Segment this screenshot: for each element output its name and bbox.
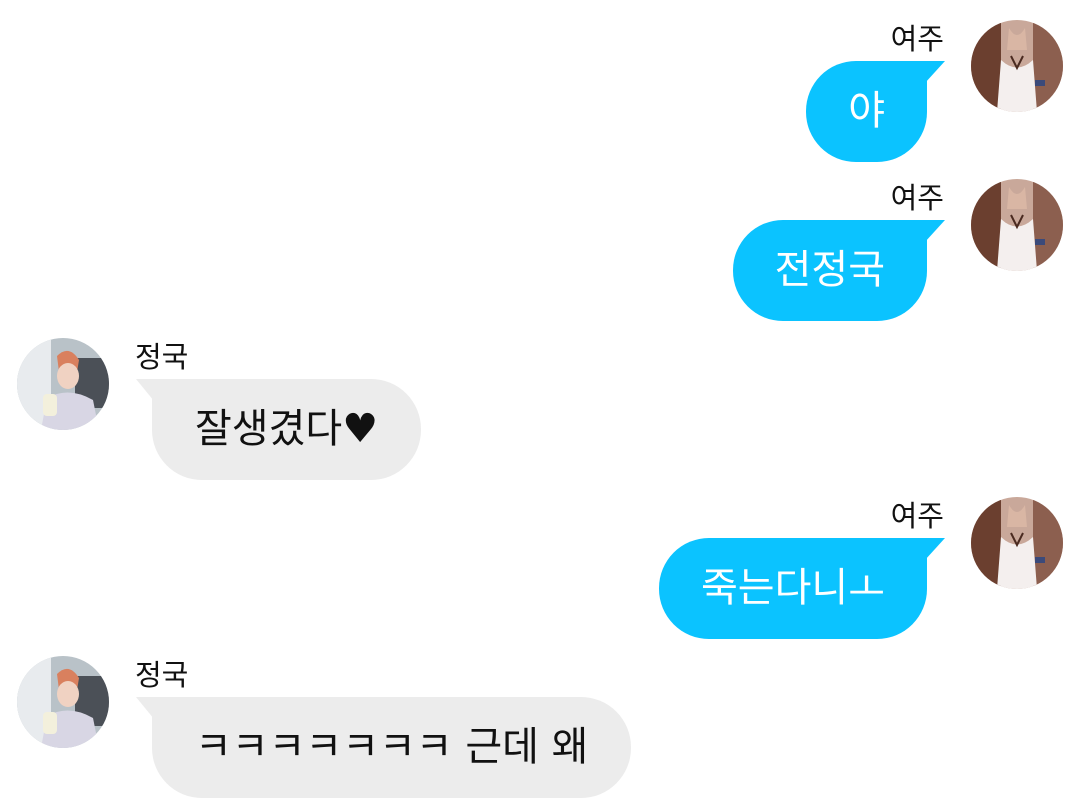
bubble-tail	[925, 220, 945, 242]
sender-name: 여주	[890, 22, 944, 56]
message-row-sent: 여주 야	[0, 20, 1080, 165]
message-row-received: 정국 ㅋㅋㅋㅋㅋㅋㅋ 근데 왜	[0, 656, 1080, 801]
sender-name: 여주	[890, 499, 944, 533]
message-text: ㅋㅋㅋㅋㅋㅋㅋ 근데 왜	[195, 724, 589, 770]
bubble-tail	[925, 61, 945, 83]
male-avatar-icon	[17, 656, 109, 748]
bubble-tail	[136, 697, 154, 719]
female-avatar-icon	[971, 179, 1063, 271]
sender-name: 여주	[890, 181, 944, 215]
message-bubble-received[interactable]: ㅋㅋㅋㅋㅋㅋㅋ 근데 왜	[136, 697, 632, 798]
sender-name: 정국	[135, 340, 189, 374]
message-row-received: 정국 잘생겼다♥	[0, 338, 1080, 483]
female-avatar[interactable]	[971, 179, 1063, 271]
message-row-sent: 여주 죽는다니ㅗ	[0, 497, 1080, 642]
message-bubble-received[interactable]: 잘생겼다♥	[136, 379, 422, 480]
message-text: 죽는다니ㅗ	[701, 565, 885, 611]
female-avatar[interactable]	[971, 20, 1063, 112]
message-text: 잘생겼다♥	[195, 406, 379, 452]
female-avatar[interactable]	[971, 497, 1063, 589]
message-bubble-sent[interactable]: 야	[806, 61, 945, 162]
message-bubble-sent[interactable]: 전정국	[732, 220, 945, 321]
message-bubble-sent[interactable]: 죽는다니ㅗ	[659, 538, 945, 639]
sender-name: 정국	[135, 658, 189, 692]
message-text: 야	[848, 88, 885, 134]
message-row-sent: 여주 전정국	[0, 179, 1080, 324]
message-text: 전정국	[774, 247, 885, 293]
female-avatar-icon	[971, 497, 1063, 589]
male-avatar[interactable]	[17, 338, 109, 430]
bubble-tail	[925, 538, 945, 560]
chat-thread: 여주 야 여주 전정국 정국 잘생겼다♥ 여주 죽는다니ㅗ 정국 ㅋㅋㅋㅋㅋㅋㅋ…	[0, 0, 1080, 810]
male-avatar-icon	[17, 338, 109, 430]
female-avatar-icon	[971, 20, 1063, 112]
male-avatar[interactable]	[17, 656, 109, 748]
bubble-tail	[136, 379, 154, 401]
